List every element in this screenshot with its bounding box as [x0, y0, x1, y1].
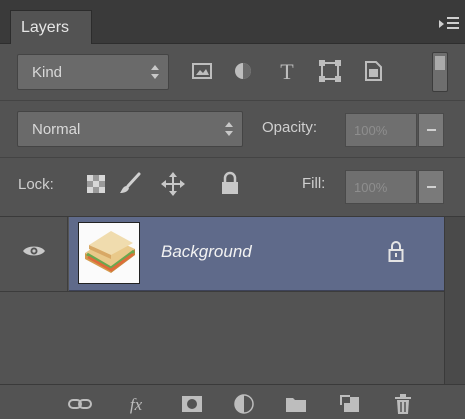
lock-position-icon[interactable] — [161, 171, 185, 197]
divider — [0, 100, 465, 101]
filter-toggle-icon[interactable] — [432, 52, 448, 92]
new-group-icon[interactable] — [284, 393, 308, 415]
filter-kind-value: Kind — [32, 64, 63, 81]
sandwich-thumbnail-image — [79, 223, 139, 283]
layer-thumbnail — [78, 222, 140, 284]
opacity-label: Opacity: — [262, 119, 318, 136]
tab-layers[interactable]: Layers — [10, 10, 92, 44]
layers-panel: Layers Kind T Normal Opacity: 100% Lock:… — [0, 0, 465, 419]
add-layer-style-icon[interactable]: fx — [124, 393, 148, 415]
tab-label: Layers — [21, 19, 70, 36]
layers-scrollbar[interactable] — [444, 217, 465, 385]
stepper-arrows-icon — [224, 121, 234, 137]
opacity-value: 100% — [354, 123, 388, 138]
layer-background[interactable]: Background — [69, 217, 444, 291]
layers-list: Background — [0, 216, 465, 385]
opacity-slider-button[interactable] — [418, 113, 444, 147]
layer-lock-icon — [388, 241, 404, 262]
opacity-input[interactable]: 100% — [345, 113, 417, 147]
adjustment-filter-icon[interactable] — [230, 58, 256, 84]
panel-menu-icon[interactable] — [439, 17, 459, 31]
panel-tab-bar: Layers — [0, 0, 465, 44]
blend-mode-value: Normal — [32, 121, 81, 138]
fill-value: 100% — [354, 180, 388, 195]
fill-label: Fill: — [302, 175, 326, 192]
fill-input[interactable]: 100% — [345, 170, 417, 204]
type-filter-icon[interactable]: T — [274, 58, 300, 84]
lock-image-pixels-icon[interactable] — [118, 171, 142, 197]
filter-kind-select[interactable]: Kind — [17, 54, 169, 90]
eye-icon — [23, 246, 45, 256]
blend-mode-select[interactable]: Normal — [17, 111, 243, 147]
divider — [0, 157, 465, 158]
lock-transparent-pixels-icon[interactable] — [84, 171, 108, 197]
new-adjustment-layer-icon[interactable] — [232, 393, 256, 415]
divider — [0, 291, 444, 292]
fill-slider-button[interactable] — [418, 170, 444, 204]
shape-filter-icon[interactable] — [317, 58, 343, 84]
layer-row[interactable]: Background — [0, 217, 444, 291]
lock-label: Lock: — [18, 176, 54, 193]
new-layer-icon[interactable] — [338, 393, 362, 415]
smart-object-filter-icon[interactable] — [360, 58, 386, 84]
svg-text:fx: fx — [130, 395, 143, 414]
lock-all-icon[interactable] — [218, 171, 242, 197]
layers-footer: fx — [0, 384, 465, 419]
layer-name: Background — [161, 242, 252, 261]
add-layer-mask-icon[interactable] — [180, 393, 204, 415]
image-filter-icon[interactable] — [189, 58, 215, 84]
svg-text:T: T — [280, 59, 294, 84]
delete-layer-icon[interactable] — [391, 393, 415, 415]
visibility-toggle[interactable] — [0, 217, 68, 291]
link-layers-icon[interactable] — [68, 393, 92, 415]
stepper-arrows-icon — [150, 64, 160, 80]
